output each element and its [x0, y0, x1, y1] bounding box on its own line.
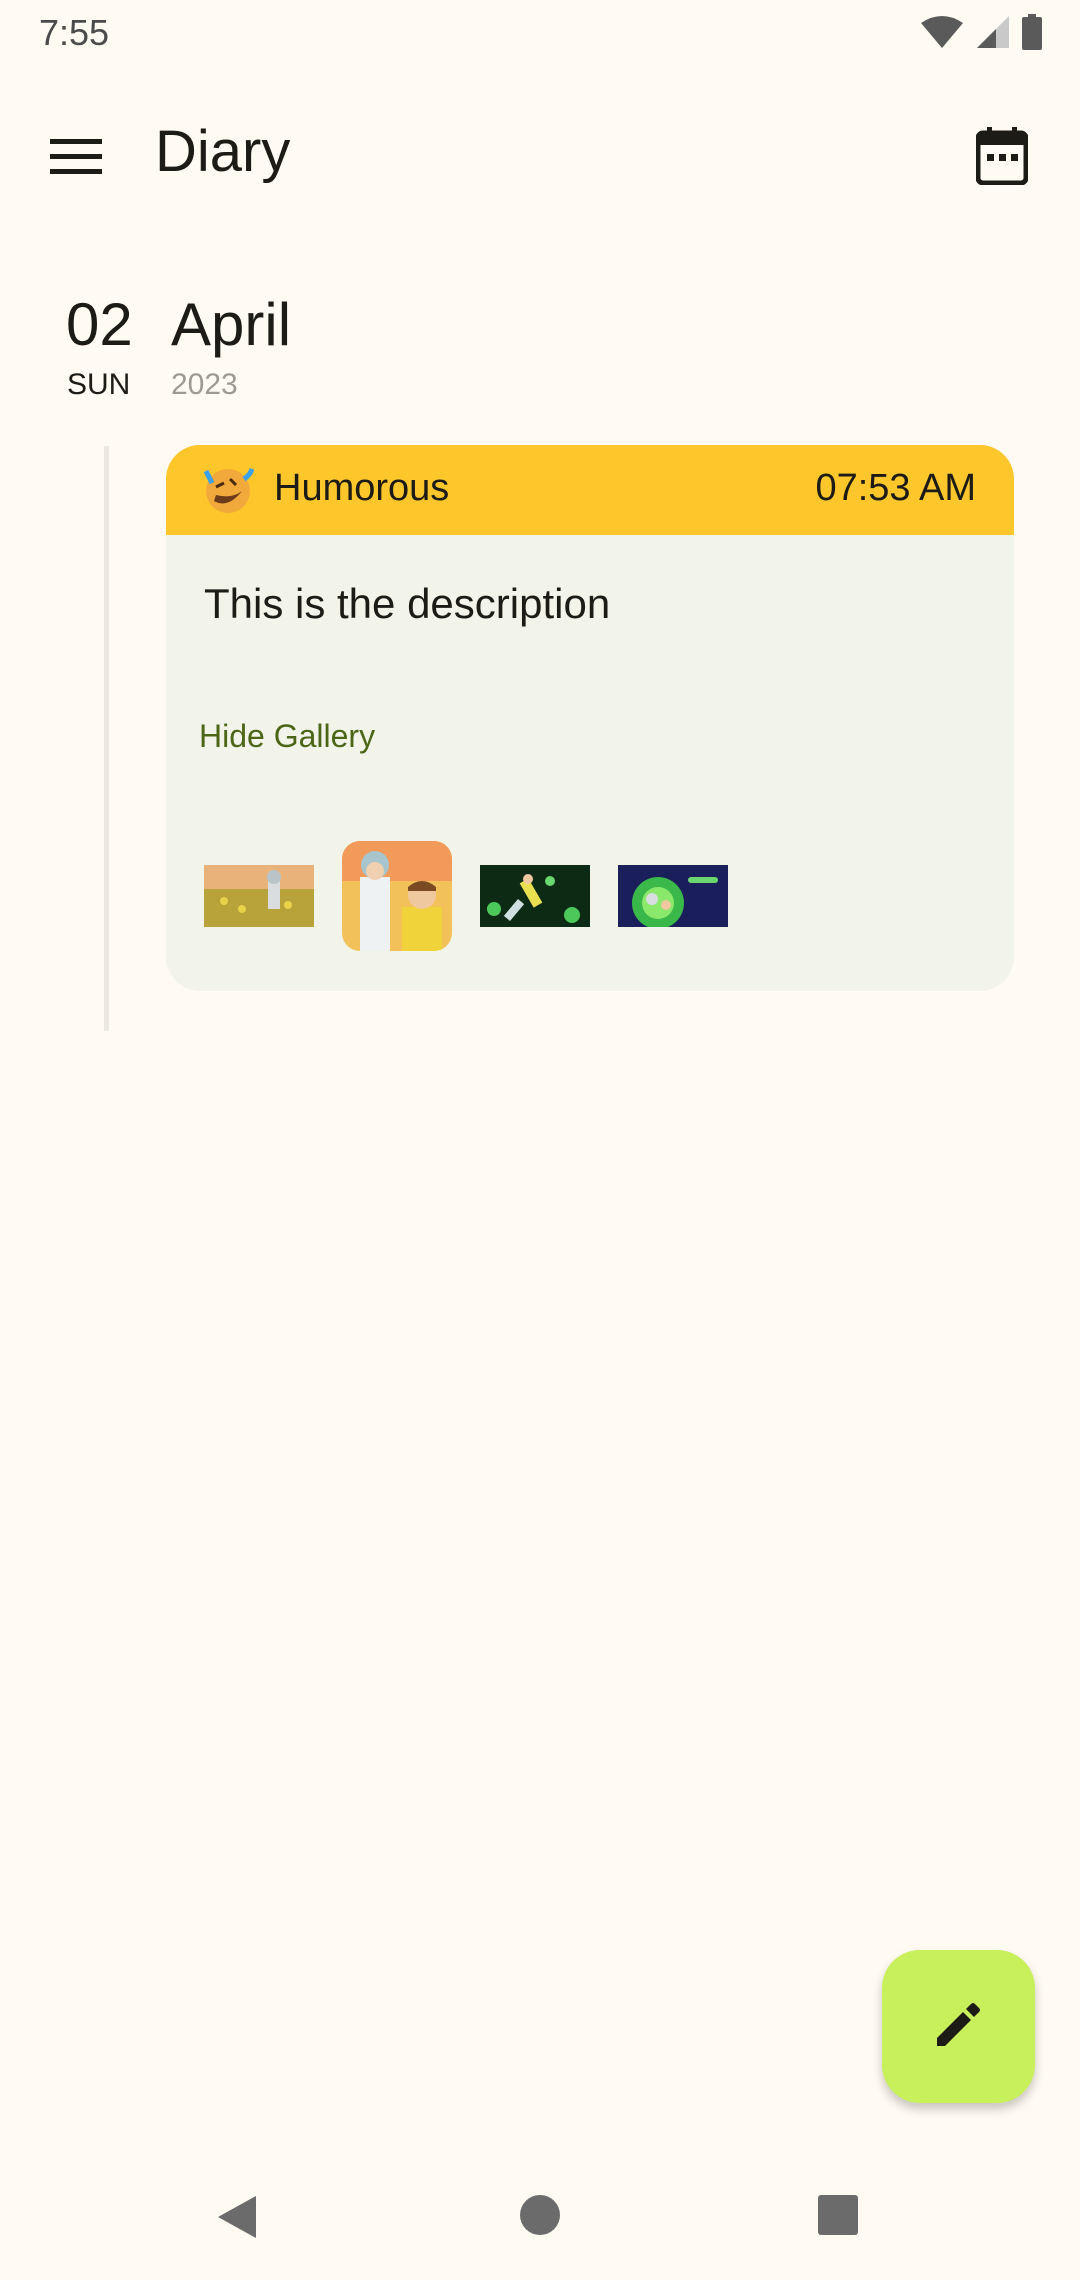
gallery-image-characters[interactable]	[342, 841, 452, 951]
date-day: 02	[66, 291, 133, 358]
gallery-image-portal[interactable]	[618, 865, 728, 927]
gallery-image-field[interactable]	[204, 865, 314, 927]
date-weekday: SUN	[67, 368, 131, 401]
gallery-image-space[interactable]	[480, 865, 590, 927]
entry-time: 07:53 AM	[815, 467, 976, 509]
diary-entry-card[interactable]: Humorous 07:53 AM This is the descriptio…	[166, 445, 1014, 991]
wifi-icon	[920, 15, 964, 54]
cellular-signal-icon	[976, 15, 1010, 54]
date-year: 2023	[171, 368, 238, 401]
calendar-icon[interactable]	[966, 120, 1038, 192]
top-app-bar: Diary	[0, 90, 1080, 220]
new-entry-fab[interactable]	[882, 1950, 1035, 2103]
page-title: Diary	[155, 119, 291, 184]
rolling-laughing-icon	[202, 465, 255, 517]
date-month: April	[171, 291, 292, 358]
mood-label: Humorous	[274, 467, 450, 509]
recents-icon[interactable]	[817, 2194, 859, 2241]
image-gallery	[204, 841, 728, 951]
diary-screen: 7:55 Diary 02 SUN April 2023 Humorous 07…	[0, 0, 1080, 2280]
menu-icon[interactable]	[40, 120, 112, 192]
status-time: 7:55	[39, 12, 110, 53]
entry-description: This is the description	[204, 580, 611, 627]
system-navigation-bar	[0, 2160, 1080, 2280]
timeline-line	[104, 446, 109, 1031]
back-icon[interactable]	[216, 2194, 258, 2245]
pencil-icon	[933, 1998, 985, 2055]
status-bar: 7:55	[0, 0, 1080, 66]
hide-gallery-button[interactable]: Hide Gallery	[199, 718, 375, 755]
status-icons	[920, 14, 1042, 55]
entry-header: Humorous 07:53 AM	[166, 445, 1014, 535]
battery-icon	[1022, 14, 1042, 55]
home-icon[interactable]	[519, 2194, 561, 2241]
